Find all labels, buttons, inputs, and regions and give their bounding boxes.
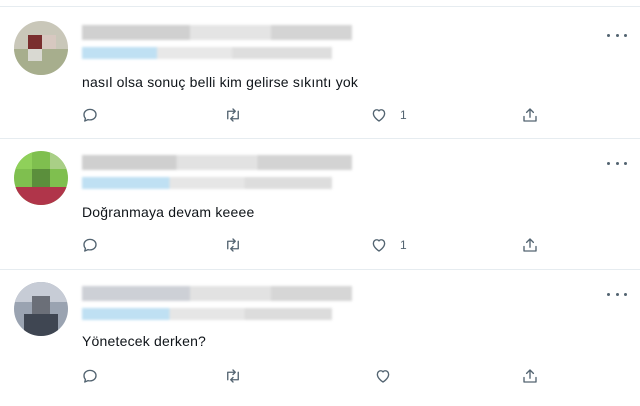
reply-text: Yönetecek derken?	[82, 333, 207, 349]
reply-button[interactable]	[81, 236, 99, 254]
like-button[interactable]	[374, 367, 404, 385]
author-name[interactable]	[82, 155, 352, 170]
reply-tweet[interactable]: Yönetecek derken?	[0, 270, 640, 406]
like-button[interactable]: 1	[370, 106, 407, 124]
author-handle[interactable]	[82, 308, 332, 320]
author-name[interactable]	[82, 25, 352, 40]
reply-icon	[83, 108, 97, 122]
author-handle[interactable]	[82, 177, 332, 189]
heart-icon	[372, 239, 386, 252]
retweet-icon	[227, 108, 239, 122]
reply-button[interactable]	[81, 106, 99, 124]
reply-button[interactable]	[81, 367, 99, 385]
reply-text: Doğranmaya devam keeee	[82, 204, 255, 220]
avatar[interactable]	[14, 282, 68, 336]
retweet-icon	[227, 238, 239, 252]
share-button[interactable]	[521, 106, 539, 124]
author-name[interactable]	[82, 286, 352, 301]
retweet-button[interactable]	[224, 106, 242, 124]
more-icon[interactable]	[607, 157, 627, 169]
reply-text: nasıl olsa sonuç belli kim gelirse sıkın…	[82, 74, 359, 90]
reply-icon	[83, 369, 97, 383]
avatar[interactable]	[14, 151, 68, 205]
more-icon[interactable]	[607, 288, 627, 300]
share-icon	[523, 369, 537, 383]
retweet-button[interactable]	[224, 236, 242, 254]
heart-icon	[376, 370, 390, 383]
retweet-icon	[227, 369, 239, 383]
retweet-button[interactable]	[224, 367, 242, 385]
reply-tweet[interactable]: Doğranmaya devam keeee 1	[0, 139, 640, 269]
avatar[interactable]	[14, 21, 68, 75]
share-icon	[523, 238, 537, 252]
like-count: 1	[400, 238, 407, 252]
share-button[interactable]	[521, 236, 539, 254]
author-handle[interactable]	[82, 47, 332, 59]
reply-tweet[interactable]: nasıl olsa sonuç belli kim gelirse sıkın…	[0, 7, 640, 138]
share-icon	[523, 108, 537, 122]
heart-icon	[372, 109, 386, 122]
like-count: 1	[400, 108, 407, 122]
more-icon[interactable]	[607, 29, 627, 41]
reply-icon	[83, 238, 97, 252]
like-button[interactable]: 1	[370, 236, 407, 254]
share-button[interactable]	[521, 367, 539, 385]
